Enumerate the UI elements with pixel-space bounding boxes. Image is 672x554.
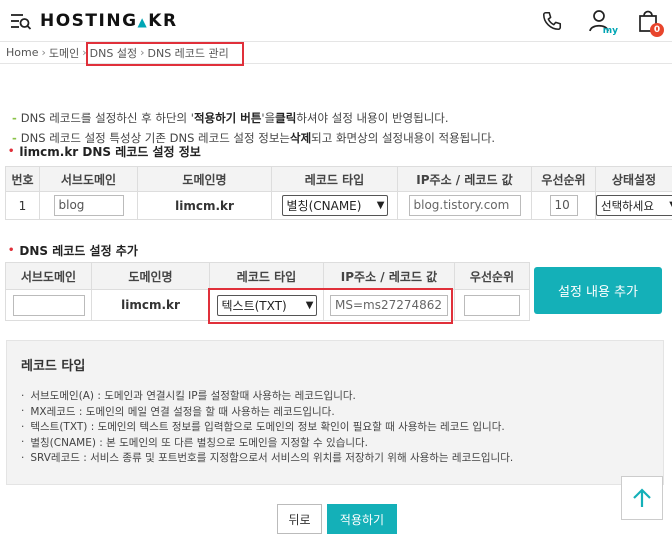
current-records-table: 번호 서브도메인 도메인명 레코드 타입 IP주소 / 레코드 값 우선순위 상… <box>5 166 672 220</box>
row-number: 1 <box>5 191 40 220</box>
priority-input[interactable]: 10 <box>549 195 578 216</box>
my-label: my <box>602 26 618 36</box>
breadcrumb-home[interactable]: Home <box>6 46 38 59</box>
record-highlight-box <box>208 288 453 324</box>
notice-item: - DNS 레코드를 설정하신 후 하단의 ' 적용하기 버튼 '을 클릭 하셔야 설… <box>12 111 449 125</box>
breadcrumb-domain[interactable]: 도메인 <box>49 45 79 61</box>
col-header-subdomain: 서브도메인 <box>5 262 92 290</box>
breadcrumb-highlight-box <box>86 42 244 66</box>
col-header-record-type: 레코드 타입 <box>209 262 324 290</box>
col-header-value: IP주소 / 레코드 값 <box>397 166 532 192</box>
breadcrumb: Home › 도메인 › DNS 설정 › DNS 레코드 관리 <box>0 42 672 66</box>
col-header-priority: 우선순위 <box>454 262 530 290</box>
list-item: · 별칭(CNAME) : 본 도메인의 또 다른 별칭으로 도메인을 지정할 수… <box>21 436 369 449</box>
header: HOSTING▲KR my 0 <box>0 0 672 42</box>
list-item: · 텍스트(TXT) : 도메인의 텍스트 정보를 입력함으로 도메인의 정보 확… <box>21 420 505 434</box>
apply-button[interactable]: 적용하기 <box>327 504 397 534</box>
col-header-domain: 도메인명 <box>91 262 210 290</box>
col-header-status: 상태설정 <box>595 166 672 192</box>
col-header-domain: 도메인명 <box>137 166 272 192</box>
list-item: · MX레코드 : 도메인의 메일 연결 설정을 할 때 사용하는 레코드입니다. <box>21 405 335 418</box>
list-item: · 서브도메인(A) : 도메인과 연결시킬 IP를 설정할때 사용하는 레코드입… <box>21 389 356 403</box>
bullet-icon: • <box>8 146 15 157</box>
section-title-current-records: • limcm.kr DNS 레코드 설정 정보 <box>8 145 201 159</box>
record-type-select[interactable]: 별칭(CNAME) ▼ <box>281 195 388 216</box>
chevron-down-icon: ▼ <box>376 200 385 211</box>
col-header-subdomain: 서브도메인 <box>39 166 138 192</box>
record-type-title: 레코드 타입 <box>21 359 86 374</box>
new-domain-name: limcm.kr <box>91 289 210 321</box>
col-header-priority: 우선순위 <box>531 166 596 192</box>
arrow-up-icon <box>633 488 651 507</box>
domain-name: limcm.kr <box>137 191 272 220</box>
col-header-record-type: 레코드 타입 <box>271 166 398 192</box>
cart-icon[interactable]: 0 <box>632 6 664 37</box>
phone-icon[interactable] <box>536 6 568 36</box>
menu-icon[interactable] <box>4 6 38 36</box>
cart-count-badge: 0 <box>650 23 664 37</box>
back-button[interactable]: 뒤로 <box>277 504 322 534</box>
col-header-number: 번호 <box>5 166 40 192</box>
section-title-add-record: • DNS 레코드 설정 추가 <box>8 244 138 258</box>
chevron-right-icon: › <box>41 46 46 59</box>
hosting-kr-logo[interactable]: HOSTING▲KR <box>40 11 178 31</box>
col-header-value: IP주소 / 레코드 값 <box>323 262 455 290</box>
notice-list: - DNS 레코드를 설정하신 후 하단의 ' 적용하기 버튼 '을 클릭 하셔야 설… <box>0 64 672 148</box>
record-value-input[interactable]: blog.tistory.com <box>408 195 521 216</box>
list-item: · SRV레코드 : 서비스 종류 및 포트번호를 지정함으로서 서비스의 위치를… <box>21 451 514 465</box>
bullet-icon: • <box>8 245 15 256</box>
dash-icon: - <box>12 111 17 125</box>
scroll-to-top-button[interactable] <box>621 476 663 520</box>
status-select[interactable]: 선택하세요 ▼ <box>596 195 672 216</box>
new-priority-input[interactable] <box>464 294 520 316</box>
new-subdomain-input[interactable] <box>12 294 85 316</box>
add-record-button[interactable]: 설정 내용 추가 <box>534 267 662 314</box>
record-type-info-box: 레코드 타입 · 서브도메인(A) : 도메인과 연결시킬 IP를 설정할때 사용… <box>6 340 664 485</box>
table-row: 1 blog limcm.kr 별칭(CNAME) ▼ blog.tistory… <box>5 191 672 220</box>
subdomain-input[interactable]: blog <box>53 195 124 216</box>
my-account-icon[interactable]: my <box>584 6 618 36</box>
